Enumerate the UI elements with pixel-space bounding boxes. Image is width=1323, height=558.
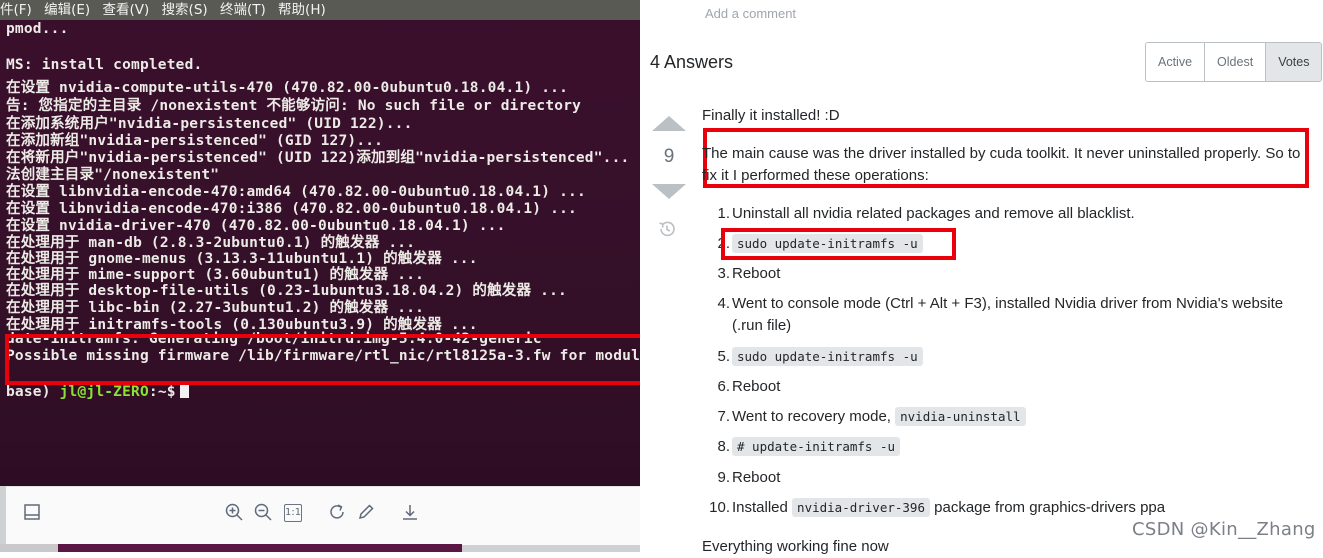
download-icon[interactable] <box>399 502 421 524</box>
terminal-photo: 件(F) 编辑(E) 查看(V) 搜索(S) 终端(T) 帮助(H) pmod.… <box>0 0 640 552</box>
list-item-number: 9. <box>717 469 730 486</box>
rotate-icon[interactable] <box>326 502 348 524</box>
qa-panel: Add a comment 4 Answers Active Oldest Vo… <box>640 0 1323 555</box>
edit-icon[interactable] <box>355 502 377 524</box>
tab-active[interactable]: Active <box>1146 43 1206 81</box>
list-item-number: 6. <box>717 378 730 395</box>
tab-oldest[interactable]: Oldest <box>1205 43 1267 81</box>
menu-terminal[interactable]: 终端(T) <box>220 2 266 18</box>
downvote-arrow-icon[interactable] <box>652 184 686 199</box>
panel-icon[interactable] <box>21 503 43 525</box>
list-item-text: package from graphics-drivers ppa <box>929 499 1166 516</box>
actual-size-icon[interactable]: 1:1 <box>284 504 302 522</box>
highlight-box-firmware <box>5 334 640 385</box>
menu-help[interactable]: 帮助(H) <box>278 2 326 18</box>
photo-edge-screen <box>58 544 462 552</box>
terminal-menubar: 件(F) 编辑(E) 查看(V) 搜索(S) 终端(T) 帮助(H) <box>0 0 640 20</box>
highlight-box-initramfs <box>721 228 956 260</box>
menu-edit[interactable]: 编辑(E) <box>44 2 90 18</box>
prompt-prefix: base) <box>6 384 60 400</box>
sort-tabs: Active Oldest Votes <box>1145 42 1323 82</box>
menu-file[interactable]: 件(F) <box>0 2 32 18</box>
answer-paragraph: Finally it installed! :D <box>702 107 840 124</box>
list-item-text: Uninstall all nvidia related packages an… <box>732 205 1135 222</box>
tab-votes[interactable]: Votes <box>1266 43 1322 81</box>
answers-heading: 4 Answers <box>650 52 734 72</box>
list-item-number: 5. <box>717 348 730 365</box>
answer-paragraph: Everything working fine now <box>702 538 889 555</box>
history-icon[interactable] <box>657 219 677 244</box>
terminal-line: MS: install completed. <box>6 57 203 73</box>
photo-edge <box>0 544 58 552</box>
image-viewer-toolbar: 1:1 <box>6 486 640 545</box>
terminal-prompt[interactable]: base) jl@jl-ZERO:~$ <box>6 383 189 400</box>
list-item-number: 7. <box>717 408 730 425</box>
list-item-number: 1. <box>717 205 730 222</box>
inline-code: sudo update-initramfs -u <box>732 347 923 366</box>
terminal-cursor <box>179 383 189 398</box>
list-item-text: Installed <box>732 499 793 516</box>
watermark: CSDN @Kin__Zhang <box>1132 519 1316 540</box>
list-item-number: 8. <box>717 438 730 455</box>
list-item-number: 10. <box>709 499 730 516</box>
list-item-text: Reboot <box>732 378 781 395</box>
list-item-number: 3. <box>717 265 730 282</box>
zoom-out-icon[interactable] <box>252 502 274 524</box>
vote-count: 9 <box>663 146 675 167</box>
inline-code: nvidia-driver-396 <box>792 498 930 517</box>
list-item-text: Reboot <box>732 265 781 282</box>
answer-paragraph: The main cause was the driver installed … <box>702 145 1301 184</box>
terminal-line: pmod... <box>6 21 69 37</box>
add-comment-link[interactable]: Add a comment <box>705 6 796 21</box>
menu-view[interactable]: 查看(V) <box>102 2 149 18</box>
upvote-arrow-icon[interactable] <box>652 116 686 131</box>
inline-code: nvidia-uninstall <box>895 407 1026 426</box>
menu-search[interactable]: 搜索(S) <box>162 2 208 18</box>
inline-code: # update-initramfs -u <box>732 437 901 456</box>
list-item-text: Went to console mode (Ctrl + Alt + F3), … <box>732 295 1284 334</box>
list-item-number: 4. <box>717 295 730 312</box>
prompt-user: jl@jl-ZERO <box>59 384 149 400</box>
list-item-text: Went to recovery mode, <box>732 408 896 425</box>
zoom-in-icon[interactable] <box>223 502 245 524</box>
list-item-text: Reboot <box>732 469 781 486</box>
terminal-window: 件(F) 编辑(E) 查看(V) 搜索(S) 终端(T) 帮助(H) pmod.… <box>0 0 640 486</box>
prompt-suffix: :~$ <box>148 384 176 400</box>
